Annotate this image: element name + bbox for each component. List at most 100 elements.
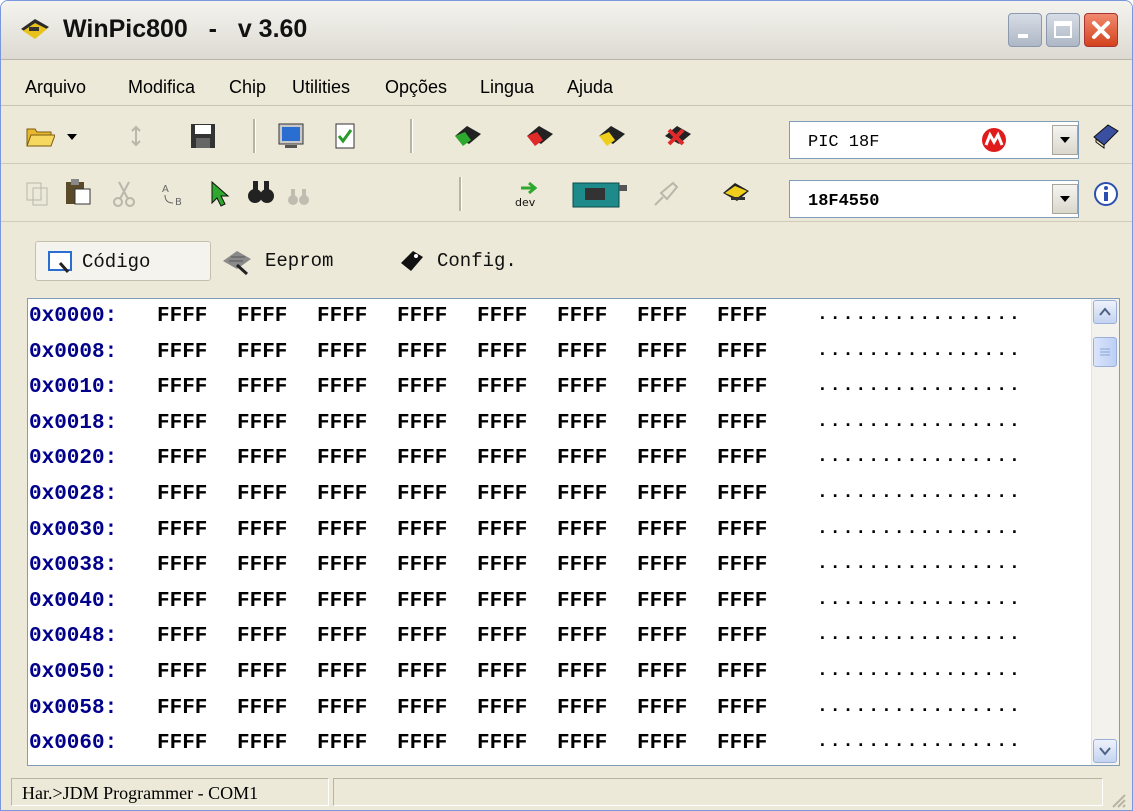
hex-word[interactable]: FFFF <box>237 305 287 328</box>
device-dropdown-button[interactable] <box>1052 184 1078 214</box>
hex-word[interactable]: FFFF <box>317 376 367 399</box>
hex-word[interactable]: FFFF <box>477 341 527 364</box>
menu-modifica[interactable]: Modifica <box>128 77 195 98</box>
info-icon[interactable] <box>1093 181 1119 207</box>
save-icon[interactable] <box>188 121 218 151</box>
hex-word[interactable]: FFFF <box>637 412 687 435</box>
erase-chip-icon[interactable] <box>663 120 693 150</box>
resize-grip-icon[interactable] <box>1109 791 1127 809</box>
close-button[interactable] <box>1084 13 1118 47</box>
hex-word[interactable]: FFFF <box>477 625 527 648</box>
hex-word[interactable]: FFFF <box>717 732 767 755</box>
hex-word[interactable]: FFFF <box>397 590 447 613</box>
hex-word[interactable]: FFFF <box>637 376 687 399</box>
hex-word[interactable]: FFFF <box>477 554 527 577</box>
code-memory-view[interactable]: 0x0000: FFFF FFFF FFFF FFFF FFFF FFFF FFFF FFFF.… <box>27 298 1120 766</box>
hex-word[interactable]: FFFF <box>317 554 367 577</box>
hex-word[interactable]: FFFF <box>637 625 687 648</box>
hex-word[interactable]: FFFF <box>397 732 447 755</box>
tab-eeprom[interactable]: Eeprom <box>221 241 391 281</box>
hex-word[interactable]: FFFF <box>397 376 447 399</box>
family-select[interactable]: PIC 18F <box>789 121 1079 159</box>
hex-word[interactable]: FFFF <box>317 519 367 542</box>
hex-word[interactable]: FFFF <box>717 519 767 542</box>
device-select[interactable]: 18F4550 <box>789 180 1079 218</box>
vertical-scrollbar[interactable] <box>1091 299 1119 765</box>
menu-chip[interactable]: Chip <box>229 77 266 98</box>
screen-icon[interactable] <box>276 121 306 151</box>
hex-word[interactable]: FFFF <box>157 376 207 399</box>
write-chip-icon[interactable] <box>525 120 555 150</box>
hex-word[interactable]: FFFF <box>557 376 607 399</box>
hex-word[interactable]: FFFF <box>157 554 207 577</box>
hex-word[interactable]: FFFF <box>237 625 287 648</box>
hex-word[interactable]: FFFF <box>477 305 527 328</box>
hex-word[interactable]: FFFF <box>157 305 207 328</box>
hex-word[interactable]: FFFF <box>557 697 607 720</box>
hex-word[interactable]: FFFF <box>237 554 287 577</box>
hex-word[interactable]: FFFF <box>317 697 367 720</box>
hex-word[interactable]: FFFF <box>317 732 367 755</box>
hex-word[interactable]: FFFF <box>557 590 607 613</box>
title-bar[interactable]: WinPic800 - v 3.60 <box>1 1 1132 60</box>
book-icon[interactable] <box>1090 121 1120 151</box>
hex-word[interactable]: FFFF <box>237 732 287 755</box>
hex-word[interactable]: FFFF <box>397 519 447 542</box>
hex-word[interactable]: FFFF <box>157 483 207 506</box>
find-icon[interactable] <box>246 177 276 207</box>
hardware-board-icon[interactable] <box>571 177 629 209</box>
hex-word[interactable]: FFFF <box>637 590 687 613</box>
hex-word[interactable]: FFFF <box>317 625 367 648</box>
hex-word[interactable]: FFFF <box>237 519 287 542</box>
menu-ajuda[interactable]: Ajuda <box>567 77 613 98</box>
pointer-icon[interactable] <box>206 179 236 209</box>
hex-word[interactable]: FFFF <box>557 732 607 755</box>
hex-word[interactable]: FFFF <box>717 697 767 720</box>
hex-word[interactable]: FFFF <box>557 447 607 470</box>
verify-chip-icon[interactable] <box>597 120 627 150</box>
reload-icon[interactable] <box>121 121 151 151</box>
hex-word[interactable]: FFFF <box>237 661 287 684</box>
maximize-button[interactable] <box>1046 13 1080 47</box>
hex-word[interactable]: FFFF <box>557 412 607 435</box>
hex-word[interactable]: FFFF <box>237 341 287 364</box>
hex-word[interactable]: FFFF <box>717 376 767 399</box>
hex-word[interactable]: FFFF <box>717 341 767 364</box>
hex-word[interactable]: FFFF <box>637 732 687 755</box>
hex-word[interactable]: FFFF <box>237 697 287 720</box>
hex-word[interactable]: FFFF <box>637 661 687 684</box>
hex-word[interactable]: FFFF <box>397 697 447 720</box>
hex-word[interactable]: FFFF <box>157 697 207 720</box>
hex-word[interactable]: FFFF <box>237 483 287 506</box>
replace-icon[interactable]: AB <box>159 179 189 209</box>
hex-word[interactable]: FFFF <box>717 590 767 613</box>
hex-word[interactable]: FFFF <box>397 661 447 684</box>
hex-word[interactable]: FFFF <box>557 483 607 506</box>
minimize-button[interactable] <box>1008 13 1042 47</box>
hex-word[interactable]: FFFF <box>477 697 527 720</box>
read-chip-icon[interactable] <box>453 120 483 150</box>
hex-word[interactable]: FFFF <box>557 661 607 684</box>
hex-word[interactable]: FFFF <box>157 590 207 613</box>
hex-word[interactable]: FFFF <box>637 697 687 720</box>
hex-word[interactable]: FFFF <box>397 554 447 577</box>
hex-word[interactable]: FFFF <box>157 341 207 364</box>
hex-word[interactable]: FFFF <box>237 376 287 399</box>
hex-word[interactable]: FFFF <box>477 732 527 755</box>
cut-icon[interactable] <box>109 179 139 209</box>
hex-word[interactable]: FFFF <box>477 661 527 684</box>
hex-word[interactable]: FFFF <box>317 590 367 613</box>
menu-arquivo[interactable]: Arquivo <box>25 77 86 98</box>
hex-word[interactable]: FFFF <box>717 661 767 684</box>
hex-word[interactable]: FFFF <box>157 447 207 470</box>
hex-word[interactable]: FFFF <box>477 590 527 613</box>
hex-word[interactable]: FFFF <box>717 412 767 435</box>
find-next-icon[interactable] <box>284 181 314 211</box>
open-folder-icon[interactable] <box>25 121 55 151</box>
hex-word[interactable]: FFFF <box>477 376 527 399</box>
hex-word[interactable]: FFFF <box>397 447 447 470</box>
chevron-down-icon[interactable] <box>63 125 81 147</box>
hex-word[interactable]: FFFF <box>317 447 367 470</box>
hex-word[interactable]: FFFF <box>397 412 447 435</box>
hex-word[interactable]: FFFF <box>317 412 367 435</box>
